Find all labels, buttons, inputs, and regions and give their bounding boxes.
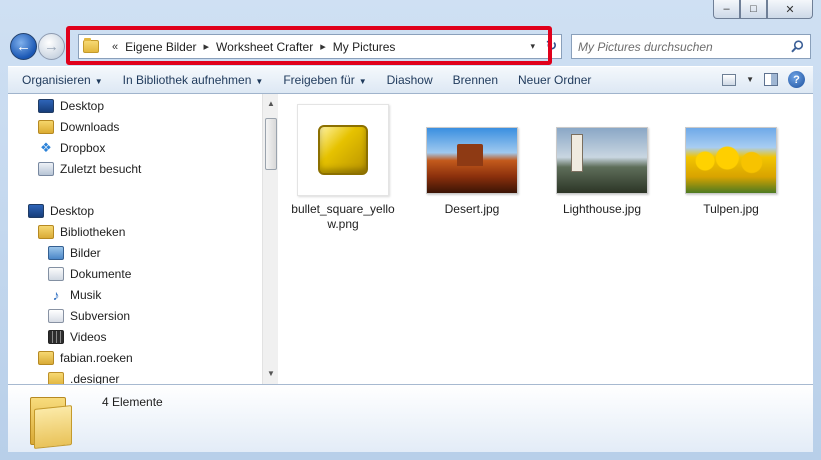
nav-scrollbar[interactable]: ▲ ▼ [262, 94, 278, 384]
add-to-library-button[interactable]: In Bibliothek aufnehmen ▼ [113, 73, 274, 87]
nav-subversion[interactable]: Subversion [48, 306, 130, 326]
file-name: Tulpen.jpg [703, 202, 759, 216]
file-item[interactable]: bullet_square_yellow.png [288, 104, 398, 232]
downloads-folder-icon [38, 120, 54, 134]
folder-icon [30, 393, 72, 449]
nav-recent-places[interactable]: Zuletzt besucht [38, 159, 141, 179]
address-highlight-box [66, 26, 552, 65]
nav-videos[interactable]: Videos [48, 327, 106, 347]
scroll-up-arrow[interactable]: ▲ [263, 96, 278, 112]
change-view-icon[interactable] [722, 73, 737, 86]
command-bar: Organisieren ▼ In Bibliothek aufnehmen ▼ F… [8, 66, 813, 94]
scroll-down-arrow[interactable]: ▼ [263, 366, 278, 382]
back-button[interactable]: ← [10, 33, 37, 60]
file-list: bullet_square_yellow.png Desert.jpg Ligh… [286, 94, 813, 384]
videos-icon [48, 330, 64, 344]
search-placeholder: My Pictures durchsuchen [578, 39, 713, 54]
desert-thumbnail [426, 127, 518, 194]
window-controls: – □ ✕ [713, 0, 813, 19]
explorer-main: Desktop Downloads ❖ Dropbox Zuletzt besuc… [8, 94, 813, 384]
nav-music[interactable]: ♪ Musik [48, 285, 102, 305]
help-icon[interactable]: ? [788, 71, 805, 88]
address-row: ← → ▾ « Eigene Bilder ▸ Worksheet Crafte… [0, 26, 821, 66]
search-field[interactable]: My Pictures durchsuchen [571, 34, 811, 59]
slideshow-button[interactable]: Diashow [377, 73, 443, 87]
organize-button[interactable]: Organisieren ▼ [12, 73, 113, 87]
desktop-icon [38, 99, 54, 113]
subversion-icon [48, 309, 64, 323]
nav-favorites-desktop[interactable]: Desktop [38, 96, 104, 116]
file-item[interactable]: Lighthouse.jpg [547, 104, 657, 217]
item-count: 4 Elemente [102, 395, 163, 409]
png-thumbnail [297, 104, 389, 196]
nav-downloads[interactable]: Downloads [38, 117, 119, 137]
dropbox-icon: ❖ [40, 140, 52, 155]
recent-places-icon [38, 162, 54, 176]
nav-libraries[interactable]: Bibliotheken [38, 222, 125, 242]
minimize-button[interactable]: – [713, 0, 740, 19]
yellow-square-image [318, 125, 368, 175]
nav-pictures[interactable]: Bilder [48, 243, 101, 263]
folder-icon [48, 372, 64, 384]
documents-icon [48, 267, 64, 281]
nav-designer-folder[interactable]: .designer [48, 369, 119, 384]
scroll-thumb[interactable] [265, 118, 277, 170]
lighthouse-thumbnail [556, 127, 648, 194]
nav-user-folder[interactable]: fabian.roeken [38, 348, 133, 368]
share-with-button[interactable]: Freigeben für ▼ [273, 73, 376, 87]
file-name: bullet_square_yellow.png [291, 202, 395, 231]
tulips-thumbnail [685, 127, 777, 194]
navigation-pane: Desktop Downloads ❖ Dropbox Zuletzt besuc… [8, 94, 278, 384]
library-icon [38, 225, 54, 239]
preview-pane-icon[interactable] [764, 73, 778, 86]
nav-dropbox[interactable]: ❖ Dropbox [38, 138, 105, 158]
music-icon: ♪ [52, 287, 60, 303]
nav-documents[interactable]: Dokumente [48, 264, 131, 284]
desktop-icon [28, 204, 44, 218]
forward-button[interactable]: → [38, 33, 65, 60]
file-item[interactable]: Desert.jpg [417, 104, 527, 217]
search-icon[interactable] [791, 40, 804, 53]
file-name: Lighthouse.jpg [562, 202, 642, 216]
burn-button[interactable]: Brennen [443, 73, 508, 87]
file-item[interactable]: Tulpen.jpg [676, 104, 786, 217]
view-dropdown-icon[interactable]: ▼ [746, 75, 754, 84]
close-button[interactable]: ✕ [767, 0, 813, 19]
user-folder-icon [38, 351, 54, 365]
new-folder-button[interactable]: Neuer Ordner [508, 73, 601, 87]
nav-desktop[interactable]: Desktop [28, 201, 94, 221]
details-pane: 4 Elemente [8, 384, 813, 452]
pictures-icon [48, 246, 64, 260]
maximize-button[interactable]: □ [740, 0, 767, 19]
file-name: Desert.jpg [444, 202, 500, 216]
